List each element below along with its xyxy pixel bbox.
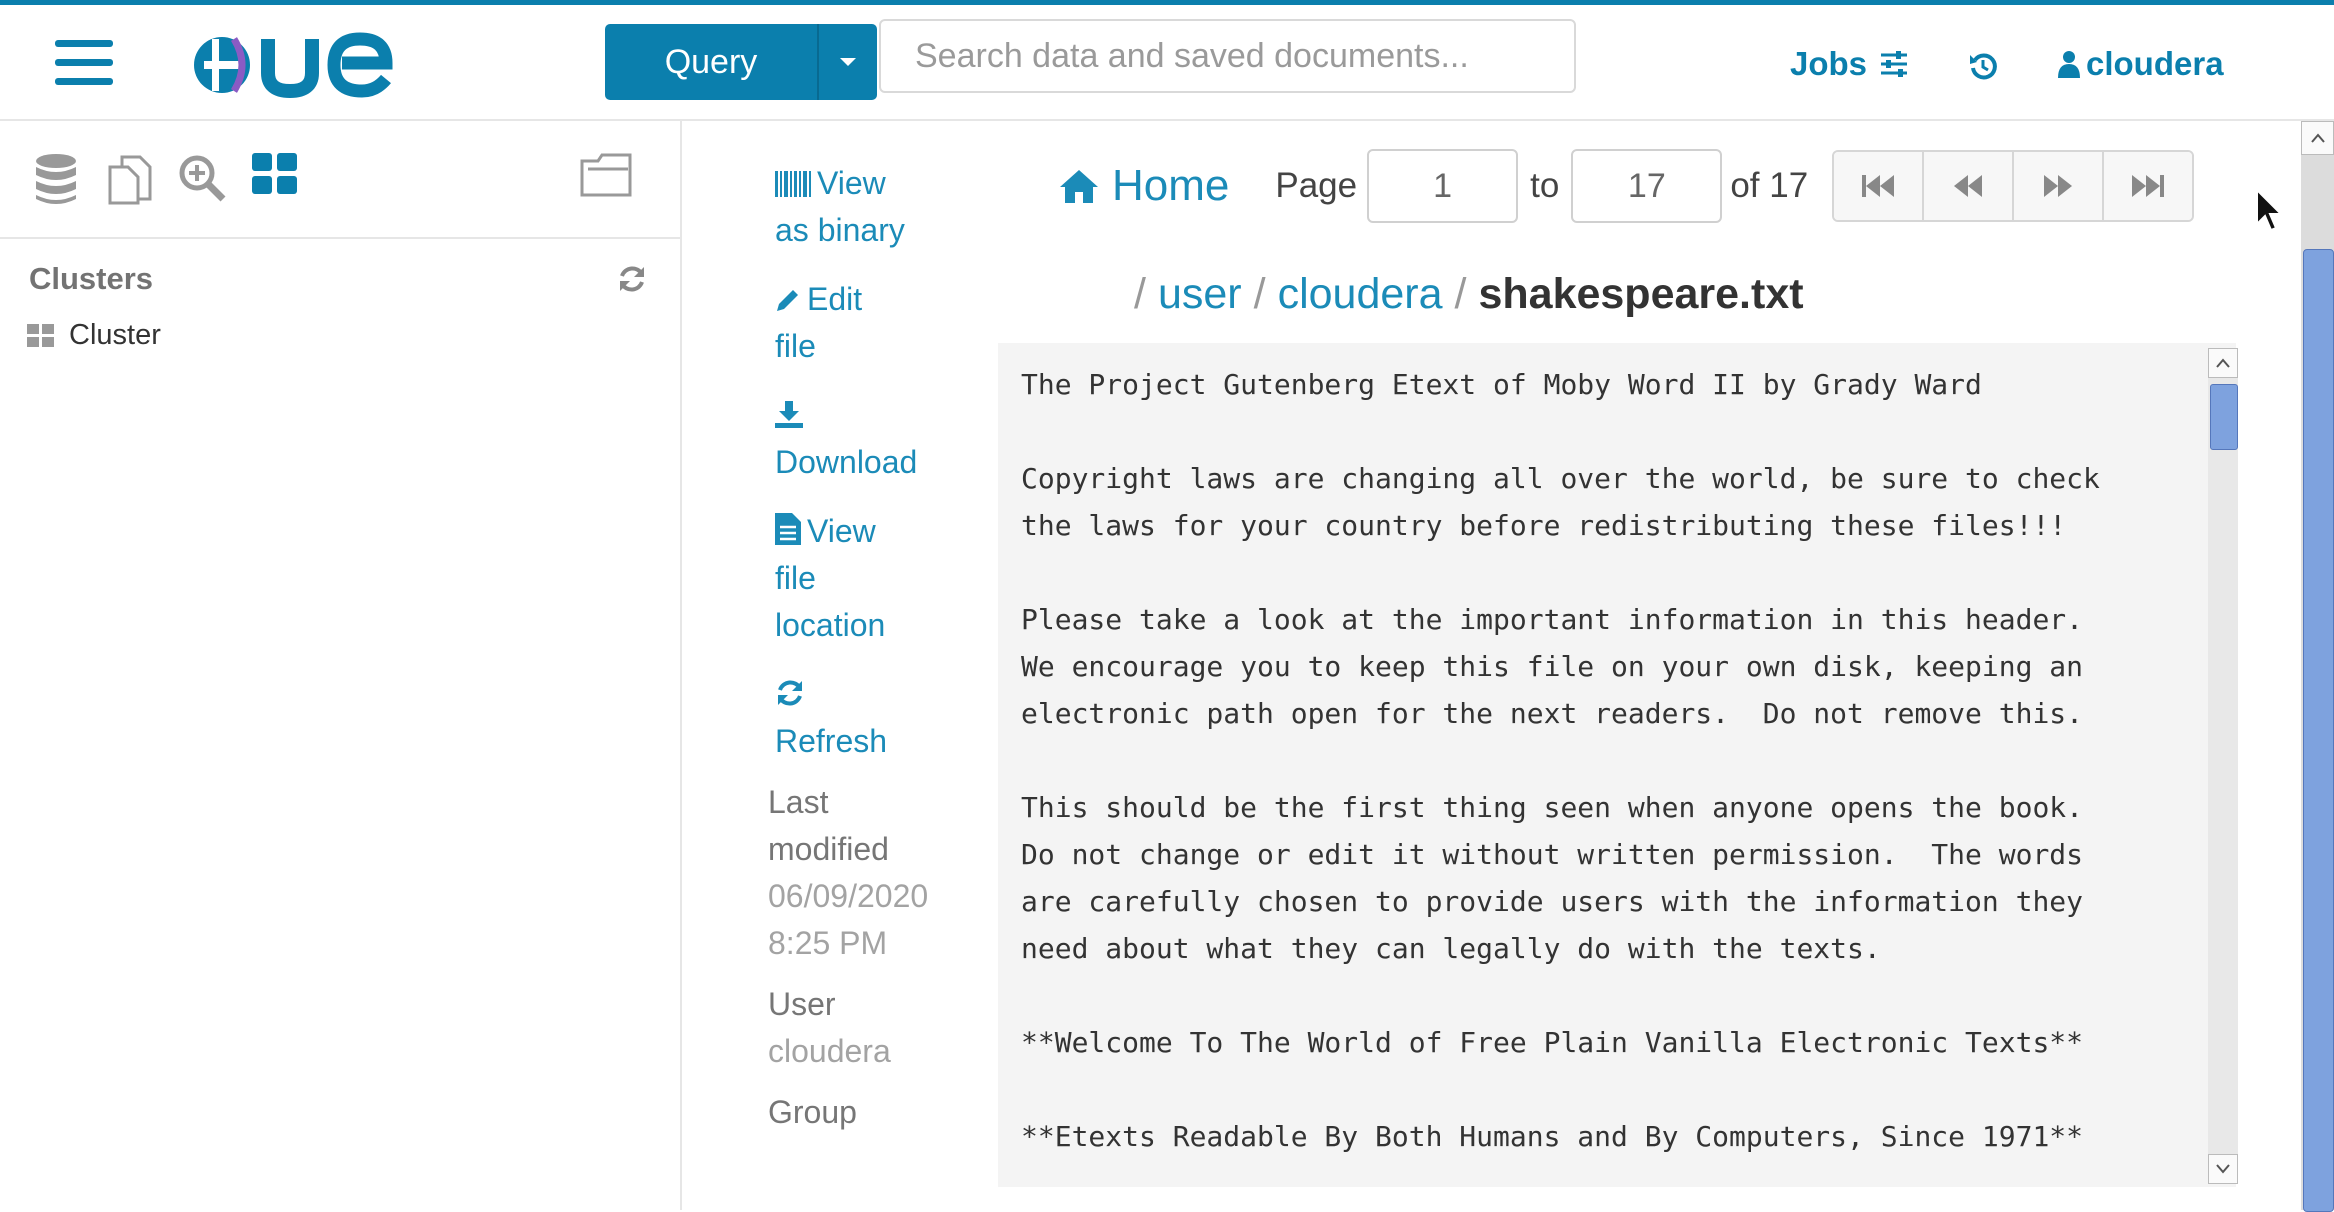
query-button-label: Query <box>605 24 819 100</box>
file-content-text: The Project Gutenberg Etext of Moby Word… <box>1021 368 2100 1153</box>
scroll-up-arrow-icon[interactable] <box>2208 348 2238 378</box>
file-actions: View as binary Edit file Download View file… <box>768 160 975 1136</box>
file-pager: Home Page to of 17 <box>1058 148 1808 224</box>
cluster-grid-icon <box>27 323 54 347</box>
file-viewer-scroll-thumb[interactable] <box>2210 384 2238 450</box>
jobs-button[interactable]: Jobs <box>1790 45 1909 83</box>
page-scroll-thumb[interactable] <box>2303 249 2334 1212</box>
documents-icon[interactable] <box>104 153 156 205</box>
breadcrumb-cloudera[interactable]: cloudera <box>1278 270 1443 319</box>
pagination-buttons <box>1832 150 2194 222</box>
query-button[interactable]: Query <box>605 24 877 100</box>
user-icon <box>2058 51 2080 78</box>
refresh-link[interactable]: Refresh <box>775 671 975 765</box>
page-label: Page <box>1275 166 1358 205</box>
query-dropdown-caret-icon[interactable] <box>819 24 877 100</box>
grid-apps-icon[interactable] <box>252 153 298 195</box>
sliders-icon <box>1881 51 1908 77</box>
scroll-down-arrow-icon[interactable] <box>2208 1154 2238 1184</box>
assist-toolbar <box>0 121 680 239</box>
breadcrumb-current-file: shakespeare.txt <box>1478 270 1804 318</box>
page-to-label: to <box>1530 166 1560 205</box>
hue-logo[interactable] <box>190 25 440 105</box>
hamburger-menu-icon[interactable] <box>55 40 113 90</box>
global-search-input[interactable] <box>879 19 1576 93</box>
pencil-icon <box>777 290 798 311</box>
owner-group-info: Group <box>768 1094 857 1130</box>
edit-file-link[interactable]: Edit file <box>775 276 975 370</box>
breadcrumb: / user / cloudera / shakespeare.txt <box>1134 270 1804 319</box>
clusters-heading: Clusters <box>29 261 154 296</box>
user-name: cloudera <box>2086 45 2224 82</box>
file-text-icon <box>775 513 801 545</box>
left-assist-panel: Clusters Cluster <box>0 121 682 1210</box>
jobs-label: Jobs <box>1790 45 1868 82</box>
file-content-viewer[interactable]: The Project Gutenberg Etext of Moby Word… <box>998 343 2236 1187</box>
view-as-binary-link[interactable]: View as binary <box>775 160 975 254</box>
user-menu[interactable]: cloudera <box>2058 45 2224 83</box>
refresh-clusters-icon[interactable] <box>617 264 647 294</box>
previous-page-button[interactable] <box>1924 152 2014 220</box>
breadcrumb-user[interactable]: user <box>1158 270 1242 319</box>
forward-icon <box>2044 175 2072 197</box>
page-to-input[interactable] <box>1571 149 1723 223</box>
barcode-icon <box>775 171 811 197</box>
sidebar-item-label: Cluster <box>69 319 161 351</box>
refresh-icon <box>778 680 802 706</box>
view-file-location-link[interactable]: View file location <box>775 508 975 649</box>
search-zoom-icon[interactable] <box>177 153 227 203</box>
first-page-button[interactable] <box>1834 152 1924 220</box>
page-from-input[interactable] <box>1367 149 1519 223</box>
page-count-label: of 17 <box>1730 166 1809 205</box>
file-viewer-scrollbar[interactable] <box>2208 348 2238 1184</box>
database-icon[interactable] <box>34 153 78 205</box>
fast-backward-icon <box>1862 175 1894 197</box>
download-icon <box>775 401 803 428</box>
home-label: Home <box>1112 161 1230 210</box>
top-navbar: Query Jobs cloudera <box>0 5 2334 121</box>
home-link[interactable]: Home <box>1058 161 1229 211</box>
home-icon <box>1060 170 1098 203</box>
page-scroll-up-arrow-icon[interactable] <box>2301 121 2334 155</box>
folder-open-icon[interactable] <box>580 151 634 199</box>
mouse-cursor-icon <box>2256 188 2284 232</box>
owner-user-info: User cloudera <box>768 986 891 1069</box>
history-icon[interactable] <box>1967 50 1999 87</box>
next-page-button[interactable] <box>2014 152 2104 220</box>
backward-icon <box>1954 175 1982 197</box>
page-scrollbar[interactable] <box>2301 121 2334 1212</box>
fast-forward-icon <box>2132 175 2164 197</box>
last-page-button[interactable] <box>2104 152 2192 220</box>
download-link[interactable]: Download <box>775 392 975 486</box>
sidebar-item-cluster[interactable]: Cluster <box>27 319 161 352</box>
last-modified-info: Last modified 06/09/2020 8:25 PM <box>768 784 929 961</box>
